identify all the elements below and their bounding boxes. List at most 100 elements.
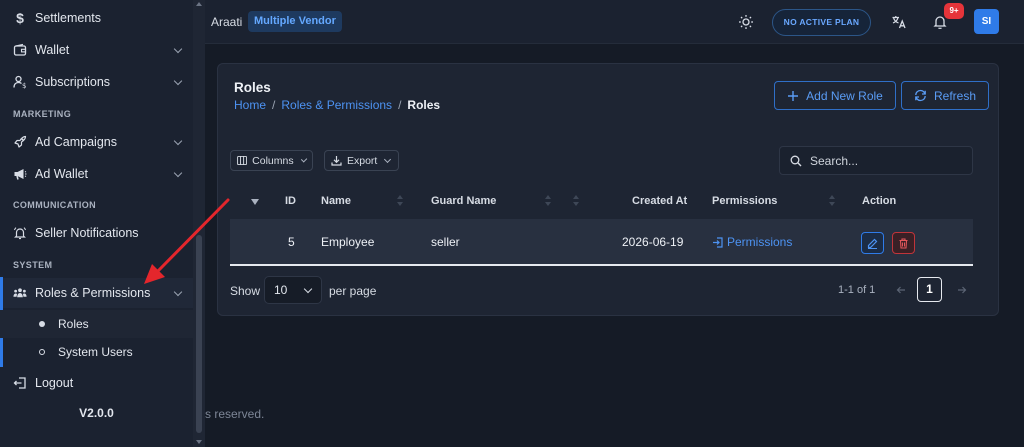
- breadcrumb-home[interactable]: Home: [234, 98, 266, 112]
- user-avatar[interactable]: SI: [974, 9, 999, 34]
- sort-icon[interactable]: [545, 195, 551, 207]
- page-title: Roles: [234, 80, 271, 95]
- sort-icon[interactable]: [397, 195, 403, 207]
- next-page-button[interactable]: [951, 279, 973, 301]
- trash-icon: [899, 237, 908, 249]
- columns-icon: [237, 155, 248, 166]
- breadcrumb-roles-permissions[interactable]: Roles & Permissions: [281, 98, 392, 112]
- bell-ring-icon: [13, 226, 27, 240]
- bullet-icon: [39, 349, 45, 355]
- rocket-icon: [13, 135, 27, 149]
- sort-icon[interactable]: [829, 195, 835, 207]
- cell-name: Employee: [321, 235, 375, 249]
- brand-name: Araati: [211, 15, 243, 29]
- breadcrumb-separator: /: [272, 98, 276, 112]
- vendor-badge: Multiple Vendor: [248, 11, 342, 32]
- table-row: 5 Employee seller 2026-06-19 Permissions: [230, 219, 973, 266]
- sidebar-item-seller-notifications[interactable]: Seller Notifications: [0, 218, 193, 248]
- sidebar-item-label: Wallet: [35, 43, 70, 57]
- translate-icon[interactable]: [891, 14, 907, 30]
- pagination-range: 1-1 of 1: [838, 284, 876, 296]
- sidebar-item-settlements[interactable]: $ Settlements: [0, 3, 193, 33]
- column-header-permissions: Permissions: [712, 195, 778, 207]
- column-header-name[interactable]: Name: [321, 195, 351, 207]
- svg-text:$: $: [22, 82, 26, 89]
- chevron-down-icon: [173, 136, 183, 146]
- plan-status-button[interactable]: NO ACTIVE PLAN: [772, 9, 871, 36]
- roles-card: Roles Home / Roles & Permissions / Roles…: [217, 63, 999, 316]
- breadcrumb: Home / Roles & Permissions / Roles: [234, 98, 440, 112]
- scroll-down-icon[interactable]: [196, 440, 202, 444]
- scrollbar-thumb[interactable]: [196, 235, 202, 433]
- edit-button[interactable]: [861, 232, 884, 254]
- megaphone-icon: [13, 167, 27, 181]
- refresh-icon: [915, 89, 926, 102]
- per-page-value: 10: [274, 283, 288, 297]
- sidebar-item-wallet[interactable]: Wallet: [0, 35, 193, 65]
- add-new-role-label: Add New Role: [806, 88, 883, 103]
- sidebar-item-ad-campaigns[interactable]: Ad Campaigns: [0, 127, 193, 157]
- column-header-created-at[interactable]: Created At: [632, 195, 687, 207]
- sidebar-item-label: Subscriptions: [35, 75, 111, 89]
- column-header-id[interactable]: ID: [285, 195, 296, 207]
- edit-icon: [867, 238, 878, 249]
- per-page-select[interactable]: 10: [264, 276, 322, 304]
- sidebar-item-label: Roles & Permissions: [35, 286, 151, 300]
- sidebar-subitem-label: System Users: [58, 345, 133, 359]
- column-header-action: Action: [862, 195, 897, 207]
- sort-desc-icon[interactable]: [251, 199, 259, 205]
- prev-page-button[interactable]: [890, 279, 912, 301]
- search-input[interactable]: [810, 153, 960, 168]
- chevron-down-icon: [384, 155, 392, 163]
- sidebar-item-logout[interactable]: Logout: [0, 368, 193, 398]
- columns-button[interactable]: Columns: [230, 150, 313, 171]
- footer-copyright: s reserved.: [205, 407, 265, 421]
- arrow-right-icon: [958, 286, 967, 294]
- permissions-link[interactable]: Permissions: [712, 235, 792, 249]
- export-button[interactable]: Export: [324, 150, 399, 171]
- chevron-down-icon: [303, 284, 313, 294]
- logout-icon: [13, 376, 27, 390]
- section-title-communication: COMMUNICATION: [13, 200, 97, 210]
- users-group-icon: [13, 286, 27, 300]
- sidebar-item-label: Settlements: [35, 11, 102, 25]
- search-icon: [790, 155, 802, 166]
- bullet-icon: [39, 321, 45, 327]
- section-title-marketing: MARKETING: [13, 109, 72, 119]
- show-label: Show: [230, 284, 261, 298]
- chevron-down-icon: [173, 168, 183, 178]
- top-bar: Araati Multiple Vendor NO ACTIVE PLAN 9+…: [205, 0, 1024, 44]
- sidebar-item-label: Logout: [35, 376, 74, 390]
- sort-icon[interactable]: [573, 195, 579, 207]
- per-page-label: per page: [329, 284, 377, 298]
- sidebar: $ Settlements Wallet $ Subscriptions MAR…: [0, 0, 205, 447]
- wallet-icon: [13, 43, 27, 57]
- refresh-label: Refresh: [933, 88, 977, 103]
- sidebar-item-label: Ad Campaigns: [35, 135, 117, 149]
- sidebar-item-label: Seller Notifications: [35, 226, 139, 240]
- column-header-guard-name[interactable]: Guard Name: [431, 195, 496, 207]
- breadcrumb-current: Roles: [407, 98, 441, 112]
- user-dollar-icon: $: [13, 75, 27, 89]
- export-label: Export: [347, 154, 378, 167]
- chevron-down-icon: [173, 76, 183, 86]
- sidebar-item-ad-wallet[interactable]: Ad Wallet: [0, 159, 193, 189]
- app-version: V2.0.0: [79, 406, 114, 420]
- permissions-link-label: Permissions: [727, 235, 793, 249]
- section-title-system: SYSTEM: [13, 260, 53, 270]
- delete-button[interactable]: [892, 232, 915, 254]
- refresh-button[interactable]: Refresh: [901, 81, 989, 110]
- sun-icon[interactable]: [738, 14, 754, 30]
- scroll-up-icon[interactable]: [196, 2, 202, 6]
- sidebar-subitem-system-users[interactable]: System Users: [0, 338, 193, 366]
- sidebar-item-label: Ad Wallet: [35, 167, 89, 181]
- sidebar-subitem-label: Roles: [58, 317, 89, 331]
- search-box[interactable]: [779, 146, 973, 175]
- add-new-role-button[interactable]: Add New Role: [774, 81, 896, 110]
- page-number-button[interactable]: 1: [917, 277, 942, 302]
- sidebar-scrollbar[interactable]: [193, 0, 205, 447]
- sidebar-item-subscriptions[interactable]: $ Subscriptions: [0, 67, 193, 97]
- sidebar-item-roles-permissions[interactable]: Roles & Permissions: [0, 278, 193, 308]
- sidebar-subitem-roles[interactable]: Roles: [0, 310, 193, 338]
- breadcrumb-separator: /: [398, 98, 402, 112]
